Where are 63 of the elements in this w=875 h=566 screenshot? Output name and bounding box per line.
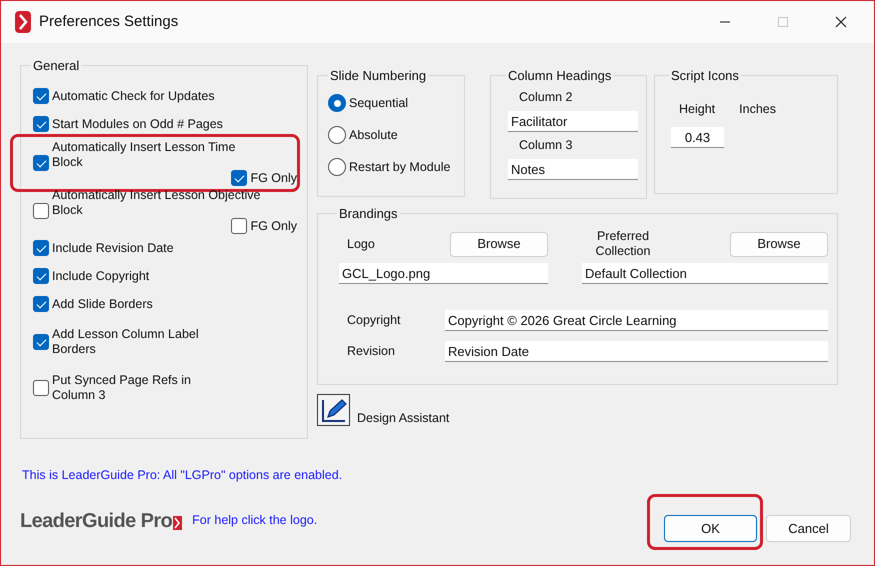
checkbox-label: Start Modules on Odd # Pages bbox=[52, 116, 223, 132]
checkbox[interactable] bbox=[33, 268, 49, 284]
checkbox[interactable] bbox=[231, 218, 248, 234]
field-label: Revision bbox=[347, 344, 396, 359]
checkbox[interactable] bbox=[33, 203, 49, 219]
height-field[interactable]: 0.43 bbox=[671, 127, 724, 148]
group-title: Column Headings bbox=[507, 69, 612, 82]
app-icon bbox=[15, 11, 31, 33]
radio-button[interactable] bbox=[328, 158, 346, 176]
collection-field[interactable]: Default Collection bbox=[582, 263, 828, 284]
checkbox[interactable] bbox=[33, 380, 49, 396]
radio-label: Sequential bbox=[349, 96, 408, 110]
height-label: Height bbox=[679, 102, 716, 117]
checkbox[interactable] bbox=[33, 296, 49, 312]
logo-label: Logo bbox=[347, 236, 376, 252]
text-field[interactable]: Revision Date bbox=[445, 341, 828, 362]
window-title: Preferences Settings bbox=[39, 13, 180, 31]
radio-button[interactable] bbox=[328, 94, 346, 112]
browse-button[interactable]: Browse bbox=[450, 232, 548, 256]
radio-button[interactable] bbox=[328, 126, 346, 144]
checkbox-label: Automatically Insert Lesson Objective Block bbox=[52, 188, 260, 218]
design-assistant-label: Design Assistant bbox=[357, 411, 450, 426]
checkbox[interactable] bbox=[33, 116, 49, 132]
collection-label: Preferred Collection bbox=[594, 229, 652, 259]
radio-label: Absolute bbox=[349, 128, 398, 142]
field-label: Copyright bbox=[347, 313, 402, 328]
checkbox-label: Include Revision Date bbox=[52, 240, 174, 256]
info-text: This is LeaderGuide Pro: All "LGPro" options are enabled. bbox=[22, 468, 342, 483]
column-field[interactable]: Notes bbox=[508, 159, 638, 180]
radio-label: Restart by Module bbox=[349, 160, 450, 174]
column-label: Column 3 bbox=[519, 138, 572, 153]
cancel-button[interactable]: Cancel bbox=[766, 515, 851, 542]
column-field[interactable]: Facilitator bbox=[508, 111, 638, 132]
help-text: For help click the logo. bbox=[192, 513, 318, 528]
logo-field[interactable]: GCL_Logo.png bbox=[339, 263, 548, 284]
checkbox[interactable] bbox=[33, 88, 49, 104]
close-icon bbox=[835, 16, 847, 28]
checkbox-label: Include Copyright bbox=[52, 268, 150, 284]
checkbox[interactable] bbox=[33, 240, 49, 256]
checkbox-label: Add Slide Borders bbox=[52, 296, 153, 312]
checkbox-label: FG Only bbox=[250, 218, 297, 234]
chevron-icon bbox=[173, 516, 182, 530]
text-field[interactable]: Copyright © 2026 Great Circle Learning bbox=[445, 310, 828, 331]
maximize-icon bbox=[777, 16, 789, 28]
unit-label: Inches bbox=[739, 102, 776, 117]
checkbox[interactable] bbox=[33, 155, 49, 171]
browse-button[interactable]: Browse bbox=[730, 232, 828, 256]
checkbox[interactable] bbox=[33, 334, 49, 350]
group-title: Slide Numbering bbox=[329, 69, 428, 82]
group-title: General bbox=[32, 59, 80, 72]
group-title: Brandings bbox=[338, 207, 399, 220]
checkbox-label: Automatic Check for Updates bbox=[52, 88, 215, 104]
checkbox-label: Add Lesson Column Label Borders bbox=[52, 327, 199, 357]
column-label: Column 2 bbox=[519, 90, 572, 105]
group-title: Script Icons bbox=[670, 69, 740, 82]
checkbox[interactable] bbox=[231, 170, 248, 186]
pen-icon bbox=[320, 396, 348, 424]
checkbox-label: FG Only bbox=[250, 170, 297, 186]
logo-link[interactable]: LeaderGuide Pro bbox=[20, 508, 172, 532]
ok-button[interactable]: OK bbox=[664, 515, 757, 542]
checkbox-label: Put Synced Page Refs in Column 3 bbox=[52, 373, 191, 403]
design-assistant-button[interactable] bbox=[317, 394, 350, 426]
checkbox-label: Automatically Insert Lesson Time Block bbox=[52, 140, 236, 170]
